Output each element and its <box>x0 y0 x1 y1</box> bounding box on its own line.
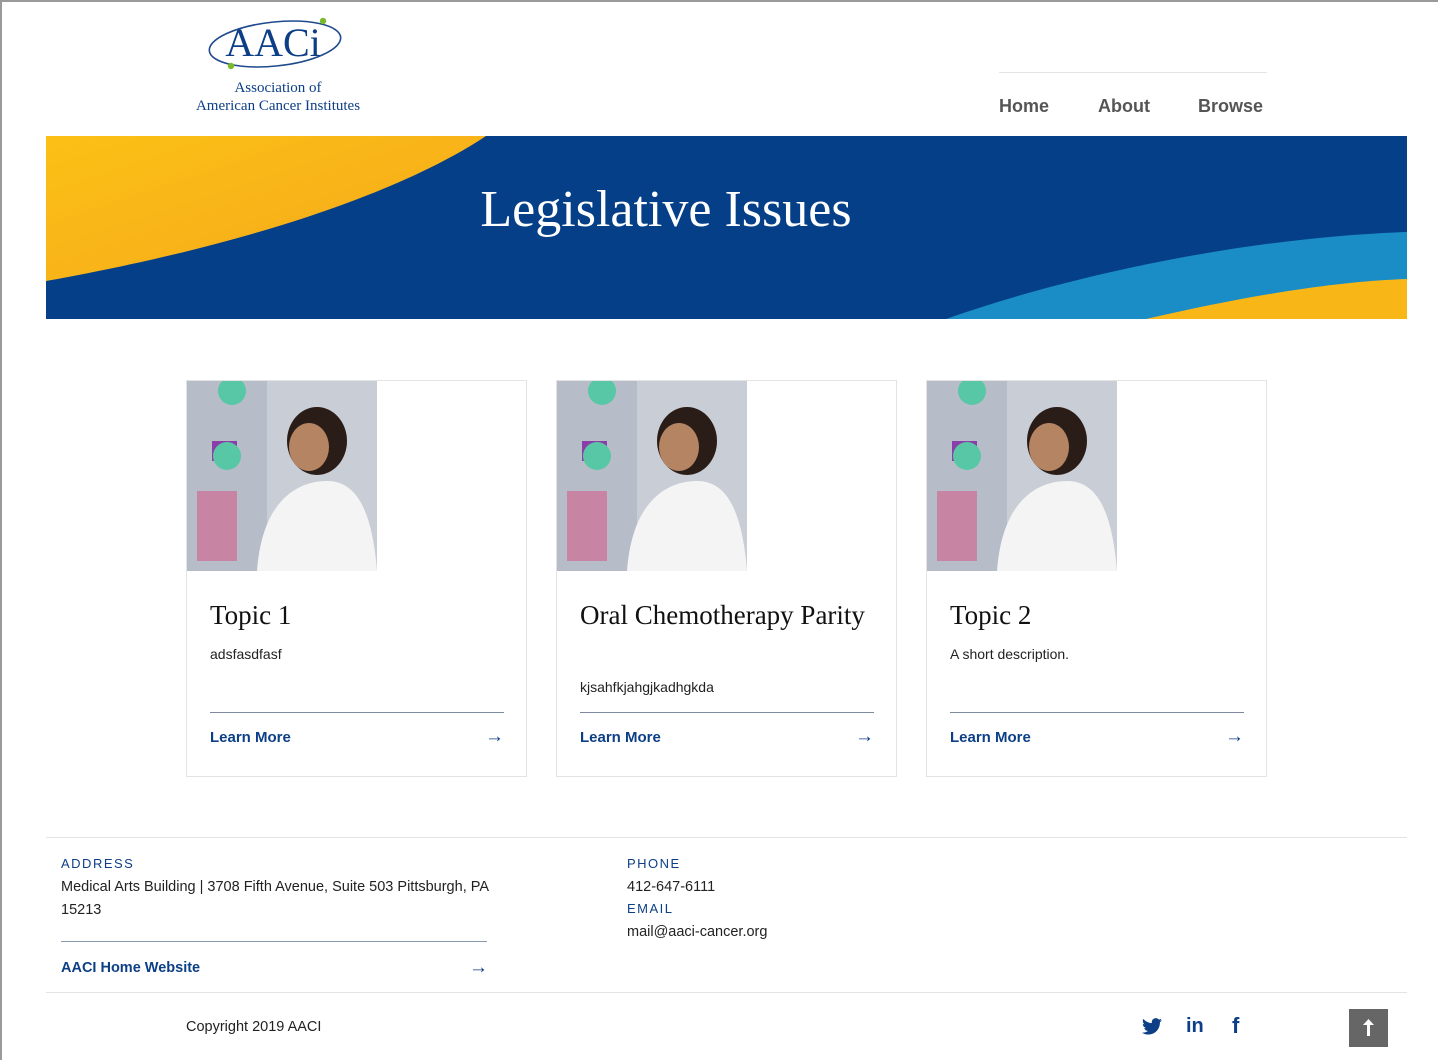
logo-line-2: American Cancer Institutes <box>195 98 361 114</box>
topic-card[interactable]: Oral Chemotherapy Parity kjsahfkjahgjkad… <box>556 380 897 777</box>
logo-mark-icon: AACi <box>208 17 342 70</box>
learn-more-link[interactable]: Learn More <box>210 729 291 746</box>
email-value[interactable]: mail@aaci-cancer.org <box>627 921 767 944</box>
researcher-photo <box>927 381 1117 571</box>
topic-card[interactable]: Topic 1 adsfasdfasf Learn More → <box>186 380 527 777</box>
page-title: Legislative Issues <box>480 181 852 238</box>
card-title: Oral Chemotherapy Parity <box>580 600 865 630</box>
card-description: adsfasdfasf <box>210 646 282 662</box>
arrow-right-icon[interactable]: → <box>1225 726 1244 748</box>
nav-browse[interactable]: Browse <box>1198 96 1263 117</box>
email-label: EMAIL <box>627 901 674 916</box>
home-link-divider <box>61 941 487 942</box>
card-divider <box>580 712 874 713</box>
topic-card[interactable]: Topic 2 A short description. Learn More … <box>926 380 1267 777</box>
address-value: Medical Arts Building | 3708 Fifth Avenu… <box>61 879 489 918</box>
researcher-photo <box>187 381 377 571</box>
card-title: Topic 2 <box>950 600 1032 630</box>
facebook-icon[interactable]: f <box>1232 1013 1239 1039</box>
logo-wordmark: AACi <box>225 20 321 65</box>
researcher-photo <box>557 381 747 571</box>
card-description: kjsahfkjahgjkadhgkda <box>580 679 714 695</box>
aaci-logo[interactable]: AACi Association of American Cancer Inst… <box>183 14 373 124</box>
footer-bottom-divider <box>46 992 1407 993</box>
arrow-up-icon <box>1363 1019 1374 1036</box>
main-nav: Home About Browse <box>999 72 1267 122</box>
card-title: Topic 1 <box>210 600 292 630</box>
learn-more-link[interactable]: Learn More <box>950 729 1031 746</box>
copyright-text: Copyright 2019 AACI <box>186 1019 322 1035</box>
address-label: ADDRESS <box>61 856 135 871</box>
footer-divider <box>46 837 1407 838</box>
arrow-right-icon[interactable]: → <box>485 726 504 748</box>
logo-line-1: Association of <box>234 80 322 96</box>
back-to-top-button[interactable] <box>1349 1009 1388 1047</box>
nav-about[interactable]: About <box>1098 96 1150 117</box>
phone-value[interactable]: 412-647-6111 <box>627 876 715 899</box>
learn-more-link[interactable]: Learn More <box>580 729 661 746</box>
arrow-right-icon[interactable]: → <box>855 726 874 748</box>
aaci-home-link[interactable]: AACI Home Website <box>61 960 200 976</box>
nav-home[interactable]: Home <box>999 96 1049 117</box>
hero-banner: Legislative Issues <box>46 136 1407 319</box>
card-divider <box>950 712 1244 713</box>
card-description: A short description. <box>950 646 1070 662</box>
card-divider <box>210 712 504 713</box>
phone-label: PHONE <box>627 856 681 871</box>
twitter-icon[interactable] <box>1142 1018 1162 1040</box>
arrow-right-icon[interactable]: → <box>469 957 488 979</box>
linkedin-icon[interactable]: in <box>1186 1015 1204 1038</box>
